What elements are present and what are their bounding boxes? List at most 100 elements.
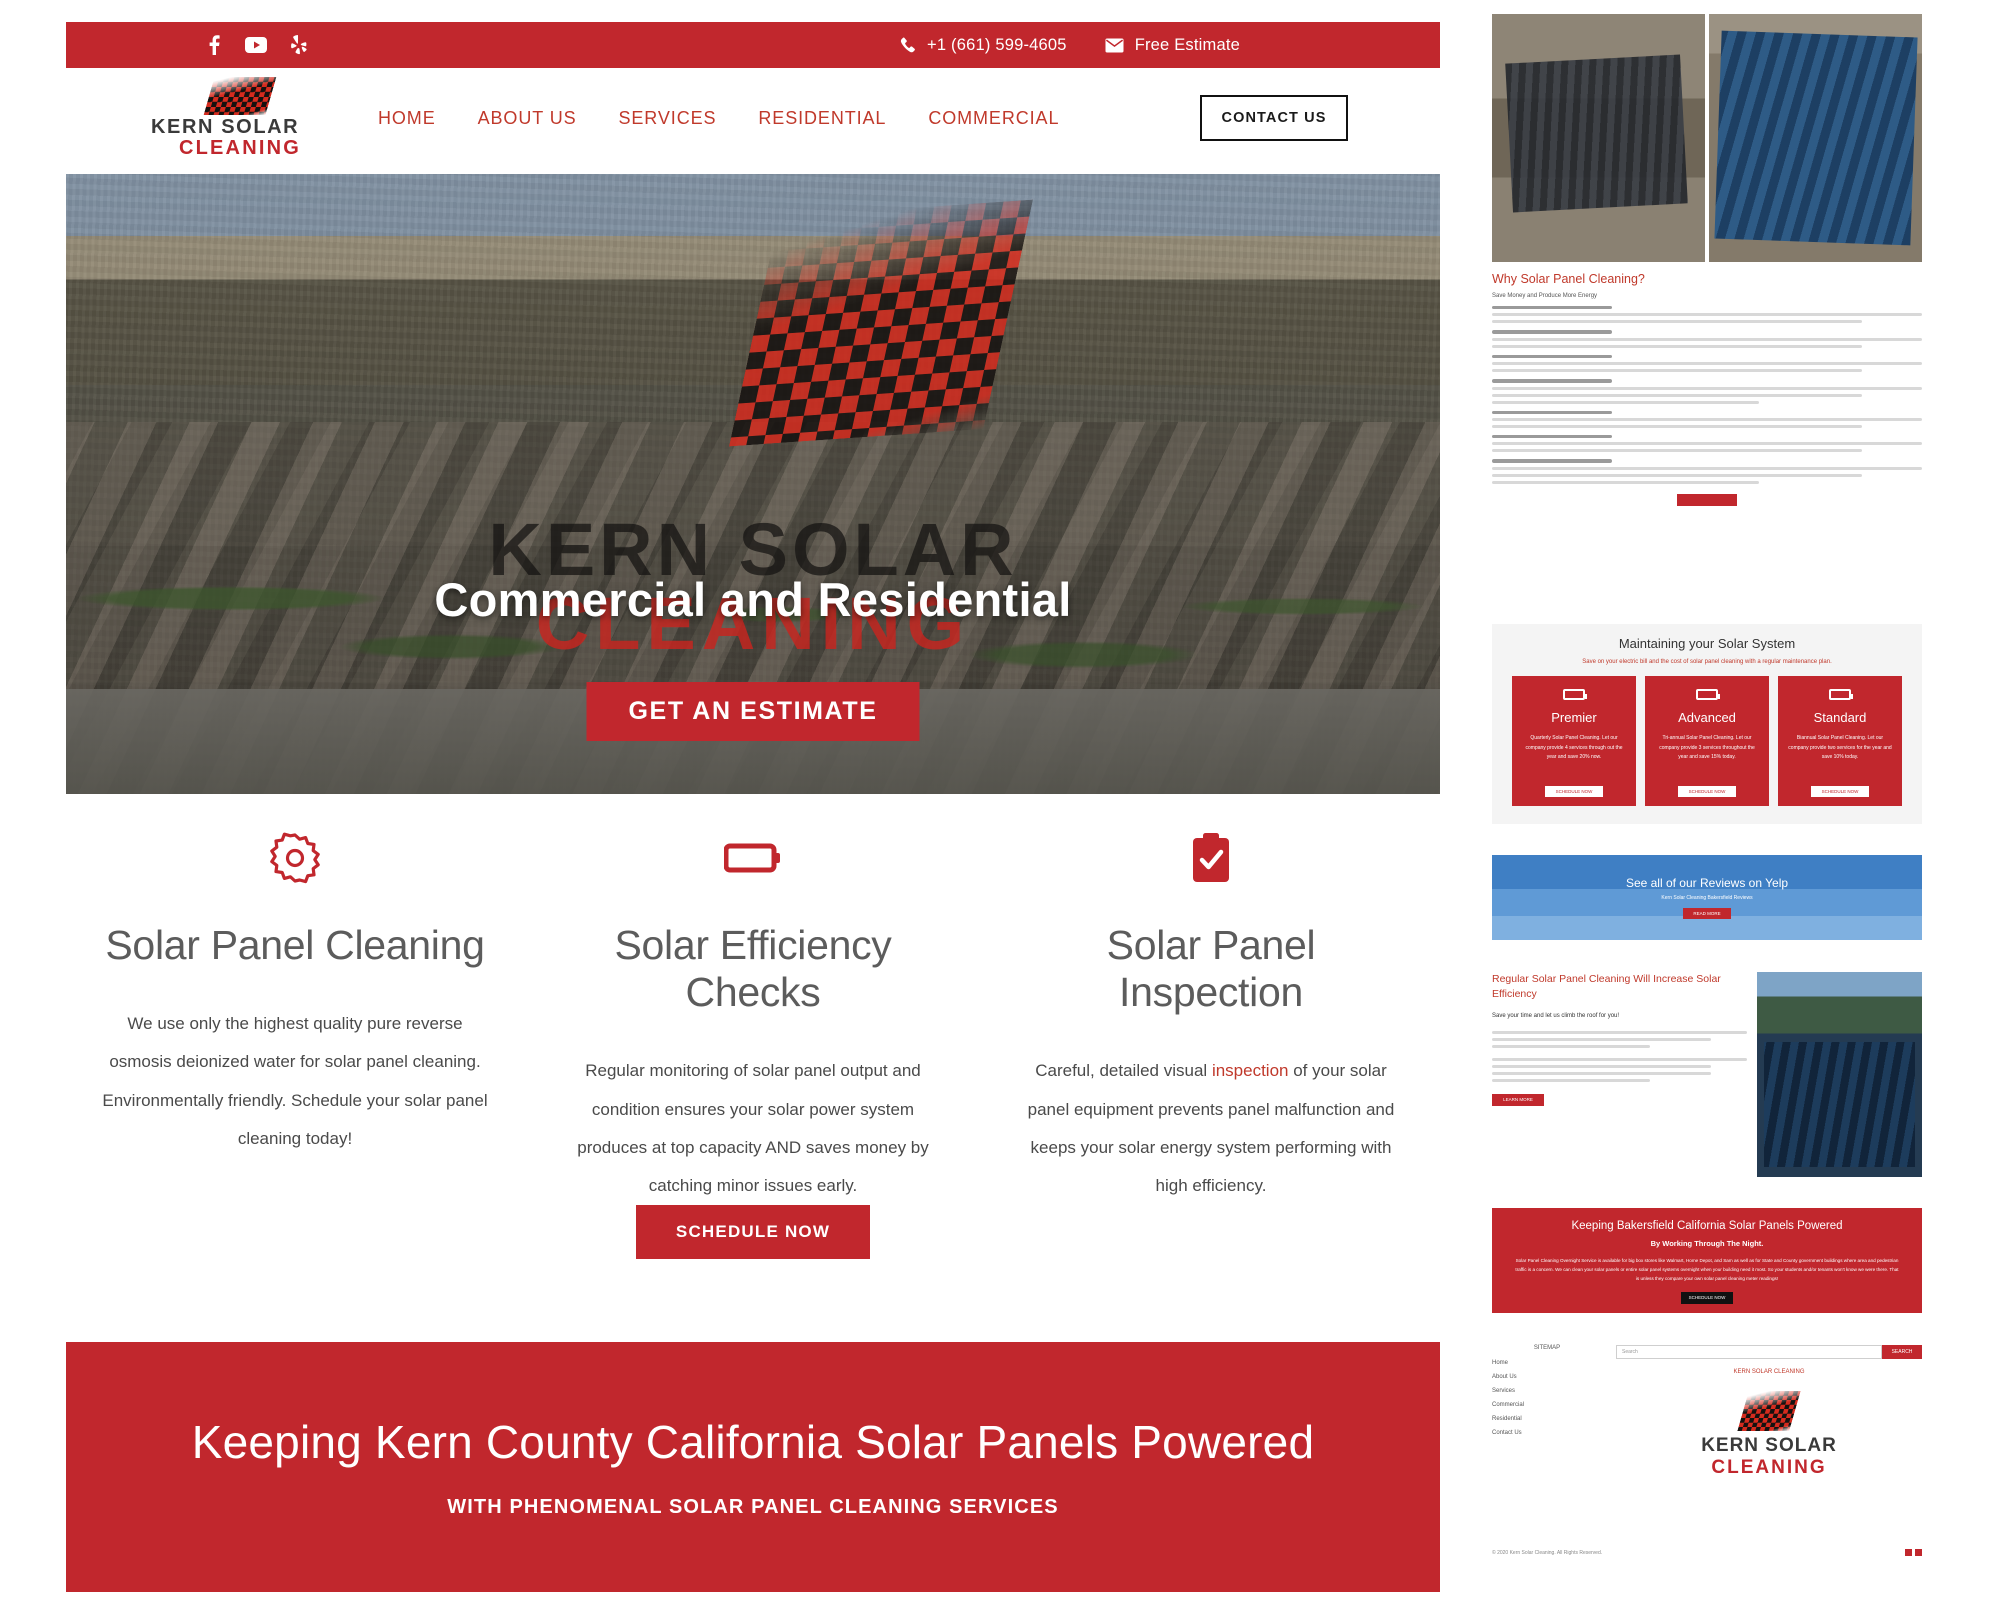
thumb-regular-cleaning-section: Regular Solar Panel Cleaning Will Increa… bbox=[1492, 972, 1922, 1177]
banner-heading: Keeping Kern County California Solar Pan… bbox=[191, 1416, 1315, 1468]
footer-link-contact-us[interactable]: Contact Us bbox=[1492, 1430, 1602, 1436]
thumb-text-line bbox=[1492, 400, 1759, 404]
thumb-yelp-read-more-button[interactable]: READ MORE bbox=[1683, 908, 1731, 919]
page-thumbnail-column: Why Solar Panel Cleaning? Save Money and… bbox=[1450, 0, 2000, 1600]
clipboard-check-icon bbox=[1016, 830, 1406, 886]
nav-links: HOME ABOUT US SERVICES RESIDENTIAL COMME… bbox=[378, 108, 1059, 129]
nav-item-about-us[interactable]: ABOUT US bbox=[478, 108, 577, 129]
thumb-yelp-title: See all of our Reviews on Yelp bbox=[1625, 876, 1789, 890]
hero-section: KERN SOLAR CLEANING Commercial and Resid… bbox=[66, 174, 1440, 794]
thumb-why-subtitle: Save Money and Produce More Energy bbox=[1492, 293, 1598, 299]
thumb-footer-sitemap: SITEMAP Home About Us Services Commercia… bbox=[1492, 1345, 1602, 1479]
inspection-link[interactable]: inspection bbox=[1212, 1061, 1289, 1080]
thumb-footer: SITEMAP Home About Us Services Commercia… bbox=[1492, 1345, 1922, 1560]
thumb-why-title: Why Solar Panel Cleaning? bbox=[1492, 272, 1645, 286]
hero-heading: Commercial and Residential bbox=[434, 573, 1072, 626]
thumb-regular-photo bbox=[1757, 972, 1922, 1177]
banner-subheading: WITH PHENOMENAL SOLAR PANEL CLEANING SER… bbox=[447, 1496, 1059, 1518]
services-section: Solar Panel Cleaning We use only the hig… bbox=[66, 830, 1440, 1205]
thumb-text-line bbox=[1492, 393, 1862, 397]
thumb-regular-subtitle: Save your time and let us climb the roof… bbox=[1492, 1013, 1620, 1020]
footer-link-home[interactable]: Home bbox=[1492, 1360, 1602, 1366]
contact-us-button[interactable]: CONTACT US bbox=[1200, 95, 1348, 141]
footer-link-services[interactable]: Services bbox=[1492, 1388, 1602, 1394]
phone-number: +1 (661) 599-4605 bbox=[927, 35, 1067, 54]
thumb-yelp-subtitle: Kern Solar Cleaning Bakersfield Reviews bbox=[1661, 895, 1753, 901]
tier-description: Tri-annual Solar Panel Cleaning. Let our… bbox=[1659, 735, 1755, 760]
thumb-text-line bbox=[1492, 1037, 1712, 1041]
facebook-icon[interactable] bbox=[203, 34, 225, 56]
sun-gear-icon bbox=[100, 830, 490, 886]
thumb-text-line bbox=[1492, 466, 1922, 470]
thumb-our-services-button[interactable] bbox=[1677, 493, 1737, 506]
battery-icon bbox=[1696, 689, 1720, 700]
envelope-icon bbox=[1105, 38, 1124, 53]
thumb-keeping-body: Solar Panel Cleaning Overnight Service i… bbox=[1515, 1258, 1899, 1282]
thumb-text-line bbox=[1492, 1057, 1747, 1061]
thumb-photo-cleaning bbox=[1492, 14, 1705, 262]
thumb-text-line bbox=[1492, 1078, 1651, 1082]
thumb-learn-more-button[interactable]: LEARN MORE bbox=[1492, 1093, 1544, 1106]
nav-item-services[interactable]: SERVICES bbox=[619, 108, 717, 129]
schedule-now-wrap: SCHEDULE NOW bbox=[66, 1205, 1440, 1259]
tier-name: Standard bbox=[1813, 710, 1867, 725]
get-an-estimate-button[interactable]: GET AN ESTIMATE bbox=[586, 682, 920, 741]
footer-social-links bbox=[1905, 1549, 1922, 1556]
tier-name: Premier bbox=[1551, 710, 1597, 725]
main-page-preview: +1 (661) 599-4605 Free Estimate KERN SOL… bbox=[0, 0, 1450, 1600]
tier-schedule-button[interactable]: SCHEDULE NOW bbox=[1811, 786, 1869, 797]
thumb-keeping-schedule-button[interactable]: SCHEDULE NOW bbox=[1681, 1291, 1733, 1304]
footer-link-about-us[interactable]: About Us bbox=[1492, 1374, 1602, 1380]
facebook-icon[interactable] bbox=[1905, 1549, 1912, 1556]
search-input[interactable]: Search bbox=[1616, 1345, 1882, 1359]
battery-icon bbox=[1563, 689, 1587, 700]
yelp-icon[interactable] bbox=[287, 34, 309, 56]
topbar-contact-group: +1 (661) 599-4605 Free Estimate bbox=[899, 36, 1240, 55]
thumb-why-item-heading bbox=[1492, 459, 1613, 463]
thumb-why-item-heading bbox=[1492, 330, 1613, 334]
nav-item-commercial[interactable]: COMMERCIAL bbox=[928, 108, 1059, 129]
site-logo[interactable]: KERN SOLAR CLEANING bbox=[151, 76, 301, 160]
phone-link[interactable]: +1 (661) 599-4605 bbox=[899, 36, 1067, 55]
schedule-now-button[interactable]: SCHEDULE NOW bbox=[635, 1205, 871, 1259]
footer-link-residential[interactable]: Residential bbox=[1492, 1416, 1602, 1422]
tier-card-advanced[interactable]: Advanced Tri-annual Solar Panel Cleaning… bbox=[1645, 676, 1769, 806]
phone-icon bbox=[899, 37, 916, 54]
footer-logo-line-2: CLEANING bbox=[1711, 1457, 1827, 1478]
thumb-text-line bbox=[1492, 386, 1922, 390]
thumb-text-line bbox=[1492, 480, 1759, 484]
footer-link-commercial[interactable]: Commercial bbox=[1492, 1402, 1602, 1408]
search-button[interactable]: SEARCH bbox=[1882, 1345, 1922, 1359]
top-utility-bar: +1 (661) 599-4605 Free Estimate bbox=[66, 22, 1440, 68]
free-estimate-link[interactable]: Free Estimate bbox=[1105, 36, 1240, 55]
tier-schedule-button[interactable]: SCHEDULE NOW bbox=[1545, 786, 1603, 797]
service-title: Solar Efficiency Checks bbox=[614, 922, 892, 1016]
thumb-footer-top: SITEMAP Home About Us Services Commercia… bbox=[1492, 1345, 1922, 1479]
tier-name: Advanced bbox=[1678, 710, 1736, 725]
thumb-photo-panels bbox=[1709, 14, 1922, 262]
thumb-text-line bbox=[1492, 320, 1862, 324]
nav-item-home[interactable]: HOME bbox=[378, 108, 436, 129]
service-body: Careful, detailed visual inspection of y… bbox=[1016, 1052, 1406, 1205]
hero-checker-watermark bbox=[728, 199, 1034, 447]
service-body: Regular monitoring of solar panel output… bbox=[577, 1061, 929, 1196]
service-card-efficiency: Solar Efficiency Checks Regular monitori… bbox=[524, 830, 982, 1205]
thumb-photo-strip bbox=[1492, 14, 1922, 262]
service-card-cleaning: Solar Panel Cleaning We use only the hig… bbox=[66, 830, 524, 1205]
youtube-icon[interactable] bbox=[245, 34, 267, 56]
tier-card-standard[interactable]: Standard Biannual Solar Panel Cleaning. … bbox=[1778, 676, 1902, 806]
service-body: We use only the highest quality pure rev… bbox=[102, 1014, 488, 1148]
footer-brand-caption: KERN SOLAR CLEANING bbox=[1733, 1369, 1805, 1375]
tier-schedule-button[interactable]: SCHEDULE NOW bbox=[1678, 786, 1736, 797]
thumb-why-item-heading bbox=[1492, 379, 1613, 383]
thumb-maintain-title: Maintaining your Solar System bbox=[1618, 636, 1796, 651]
tier-card-premier[interactable]: Premier Quarterly Solar Panel Cleaning. … bbox=[1512, 676, 1636, 806]
nav-item-residential[interactable]: RESIDENTIAL bbox=[758, 108, 886, 129]
logo-line-1: KERN SOLAR bbox=[151, 115, 300, 138]
footer-logo: KERN SOLAR CLEANING bbox=[1616, 1391, 1922, 1479]
thumb-why-item-heading bbox=[1492, 410, 1613, 414]
youtube-icon[interactable] bbox=[1915, 1549, 1922, 1556]
thumb-regular-text: Regular Solar Panel Cleaning Will Increa… bbox=[1492, 972, 1747, 1177]
thumb-keeping-section: Keeping Bakersfield California Solar Pan… bbox=[1492, 1208, 1922, 1313]
thumb-text-line bbox=[1492, 1064, 1712, 1068]
